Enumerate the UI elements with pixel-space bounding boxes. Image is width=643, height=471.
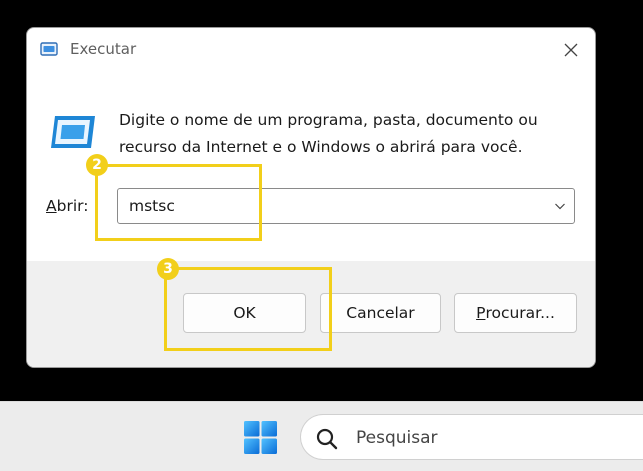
step-2-badge: 2 xyxy=(86,154,108,176)
step-2-highlight xyxy=(95,164,262,241)
close-icon xyxy=(564,43,578,57)
desktop-screen: Executar Digite o nome de um programa, p… xyxy=(0,0,643,471)
close-button[interactable] xyxy=(557,36,585,64)
windows-logo-icon[interactable] xyxy=(243,420,278,455)
browse-mnemonic: P xyxy=(476,304,486,322)
open-label: Abrir: xyxy=(46,194,88,218)
browse-button[interactable]: Procurar... xyxy=(454,293,577,333)
dialog-description: Digite o nome de um programa, pasta, doc… xyxy=(119,111,538,156)
chevron-down-icon[interactable] xyxy=(554,201,566,211)
taskbar-search-box[interactable]: Pesquisar xyxy=(300,414,643,460)
title-bar[interactable]: Executar xyxy=(27,28,595,72)
search-placeholder: Pesquisar xyxy=(356,428,438,448)
taskbar: Pesquisar xyxy=(0,401,643,471)
step-3-badge: 3 xyxy=(157,258,179,280)
cancel-button[interactable]: Cancelar xyxy=(320,293,441,333)
browse-label: rocurar... xyxy=(485,304,555,322)
dialog-title: Executar xyxy=(70,40,137,58)
run-app-icon xyxy=(40,42,58,56)
run-program-icon xyxy=(51,116,95,148)
open-label-text: brir: xyxy=(56,197,89,215)
step-3-highlight xyxy=(164,267,332,351)
search-icon xyxy=(316,428,338,450)
open-label-mnemonic: A xyxy=(46,197,57,215)
